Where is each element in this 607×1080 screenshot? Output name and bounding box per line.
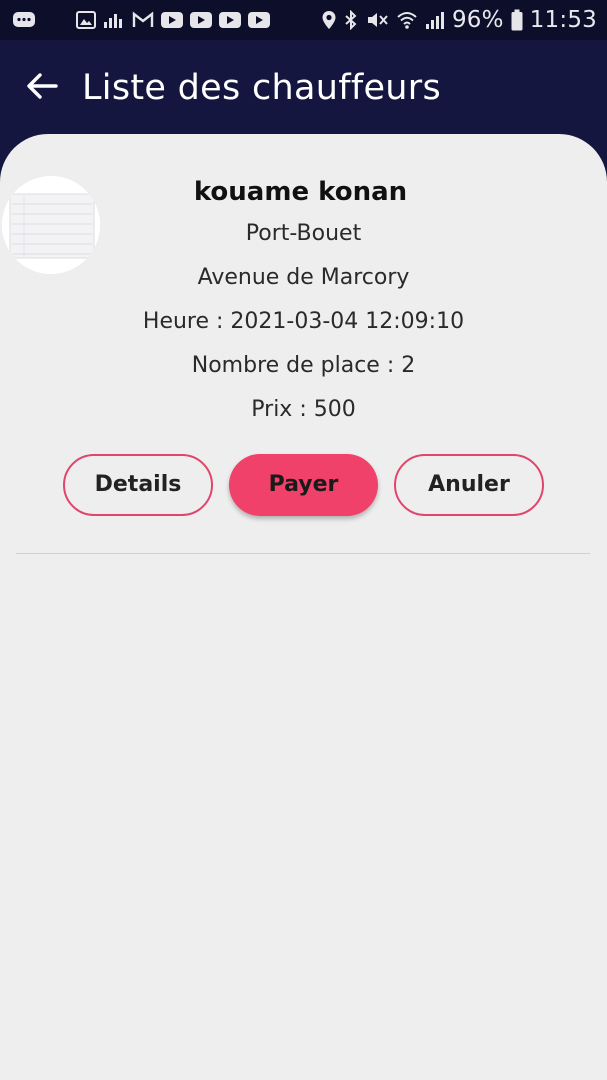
- details-button[interactable]: Details: [63, 454, 213, 516]
- wifi-icon: [396, 10, 418, 30]
- battery-percent: 96%: [451, 7, 504, 33]
- price: Prix : 500: [251, 397, 356, 422]
- back-button[interactable]: [22, 68, 62, 108]
- mute-icon: [365, 10, 389, 30]
- departure-time: Heure : 2021-03-04 12:09:10: [142, 309, 465, 334]
- bluetooth-icon: [344, 10, 358, 30]
- status-bar-system: 96% 11:53: [321, 7, 597, 33]
- gmail-icon: [132, 11, 154, 29]
- content-sheet: kouame konan Port-Bouet Avenue de Marcor…: [0, 134, 607, 1080]
- messages-icon: [12, 10, 36, 30]
- clock: 11:53: [529, 7, 597, 33]
- youtube-icon: [161, 12, 183, 28]
- signal-icon: [425, 10, 445, 30]
- arrow-left-icon: [26, 72, 58, 104]
- pay-button[interactable]: Payer: [229, 454, 378, 516]
- youtube-icon: [190, 12, 212, 28]
- destination-location: Avenue de Marcory: [197, 265, 410, 290]
- status-bar: 96% 11:53: [0, 0, 607, 40]
- gallery-icon: [76, 10, 96, 30]
- driver-name: kouame konan: [193, 177, 408, 207]
- battery-icon: [511, 9, 523, 31]
- app-bar: Liste des chauffeurs: [0, 40, 607, 136]
- driver-actions: Details Payer Anuler: [0, 454, 607, 516]
- departure-location: Port-Bouet: [245, 221, 362, 246]
- driver-info: kouame konan Port-Bouet Avenue de Marcor…: [0, 172, 607, 432]
- youtube-icon: [219, 12, 241, 28]
- youtube-icon: [248, 12, 270, 28]
- page-title: Liste des chauffeurs: [82, 68, 441, 108]
- seat-count: Nombre de place : 2: [191, 353, 416, 378]
- location-icon: [321, 10, 337, 30]
- list-divider: [16, 553, 590, 554]
- cancel-button[interactable]: Anuler: [394, 454, 544, 516]
- equalizer-icon: [103, 10, 125, 30]
- status-bar-notifications: [12, 10, 270, 30]
